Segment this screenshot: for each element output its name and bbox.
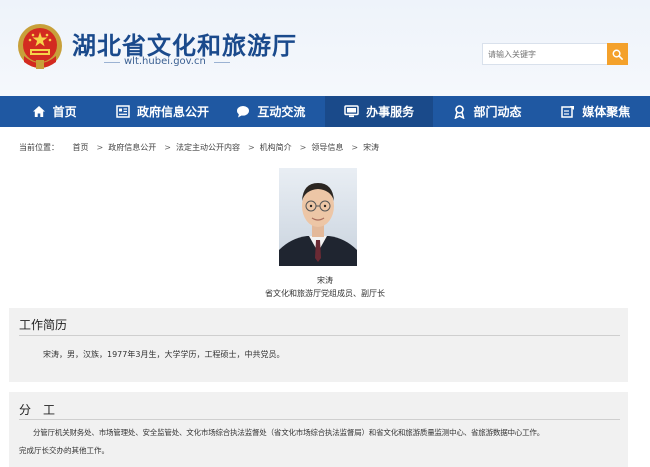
nav-item-label: 政府信息公开 <box>136 105 209 119</box>
nav-item-label: 互动交流 <box>257 105 306 119</box>
nav-item-label: 办事服务 <box>366 105 415 119</box>
resume-text: 宋涛，男，汉族，1977年3月生，大学学历，工程硕士，中共党员。 <box>43 350 285 359</box>
edit-icon <box>561 106 575 118</box>
nav-item-dept-news[interactable]: 部门动态 <box>433 96 541 127</box>
breadcrumb-separator: > <box>299 143 307 152</box>
site-url: wlt.hubei.gov.cn <box>124 56 206 67</box>
breadcrumb-item-gov-info[interactable]: 政府信息公开 <box>108 143 156 152</box>
breadcrumb: 当前位置： 首页 > 政府信息公开 > 法定主动公开内容 > 机构简介 > 领导信息 > 宋涛 <box>19 142 382 153</box>
nav-item-home[interactable]: 首页 <box>0 96 108 127</box>
breadcrumb-item-current: 宋涛 <box>363 143 380 152</box>
nav-item-services[interactable]: 办事服务 <box>324 96 434 127</box>
award-icon <box>454 104 466 119</box>
resume-divider <box>19 335 620 336</box>
leader-name: 宋涛 <box>317 276 333 285</box>
nav-item-media[interactable]: 媒体聚焦 <box>542 96 650 127</box>
monitor-icon <box>344 105 359 118</box>
nav-item-label: 媒体聚焦 <box>582 105 631 119</box>
breadcrumb-separator: > <box>351 143 359 152</box>
nav-item-interaction[interactable]: 互动交流 <box>217 96 325 127</box>
document-icon <box>116 105 130 118</box>
portrait-image <box>279 168 357 266</box>
duties-text-line2: 完成厅长交办的其他工作。 <box>19 446 109 455</box>
national-emblem-icon <box>18 24 62 69</box>
breadcrumb-item-org-intro[interactable]: 机构简介 <box>260 143 292 152</box>
search-icon <box>612 49 623 60</box>
nav-item-label: 首页 <box>52 105 77 119</box>
leader-photo <box>279 168 357 266</box>
duties-text-line1: 分管厅机关财务处、市场管理处、安全监管处、文化市场综合执法监督处（省文化市场综合… <box>33 428 544 437</box>
breadcrumb-item-statutory[interactable]: 法定主动公开内容 <box>176 143 240 152</box>
resume-section: 工作简历 宋涛，男，汉族，1977年3月生，大学学历，工程硕士，中共党员。 <box>9 308 628 382</box>
duties-section: 分 工 分管厅机关财务处、市场管理处、安全监管处、文化市场综合执法监督处（省文化… <box>9 392 628 467</box>
home-icon <box>32 106 45 117</box>
nav-item-label: 部门动态 <box>473 105 522 119</box>
url-divider-left <box>104 62 120 63</box>
site-header: 湖北省文化和旅游厅 wlt.hubei.gov.cn <box>0 0 650 96</box>
breadcrumb-separator: > <box>164 143 171 152</box>
main-nav: 首页 政府信息公开 互动交流 办事服务 部门动态 媒体聚焦 <box>0 96 650 127</box>
duties-heading: 分 工 <box>19 403 56 417</box>
leader-title: 省文化和旅游厅党组成员、副厅长 <box>265 289 385 298</box>
search-button[interactable] <box>607 43 628 65</box>
resume-heading: 工作简历 <box>19 318 68 332</box>
breadcrumb-prefix: 当前位置： <box>19 143 59 152</box>
breadcrumb-separator: > <box>247 143 255 152</box>
breadcrumb-item-home[interactable]: 首页 <box>73 143 89 152</box>
breadcrumb-separator: > <box>96 143 104 152</box>
duties-divider <box>19 419 620 420</box>
nav-item-gov-info[interactable]: 政府信息公开 <box>108 96 216 127</box>
url-divider-right <box>214 62 230 63</box>
chat-icon <box>237 106 250 118</box>
search-input[interactable] <box>482 43 608 65</box>
breadcrumb-item-leaders[interactable]: 领导信息 <box>311 143 343 152</box>
